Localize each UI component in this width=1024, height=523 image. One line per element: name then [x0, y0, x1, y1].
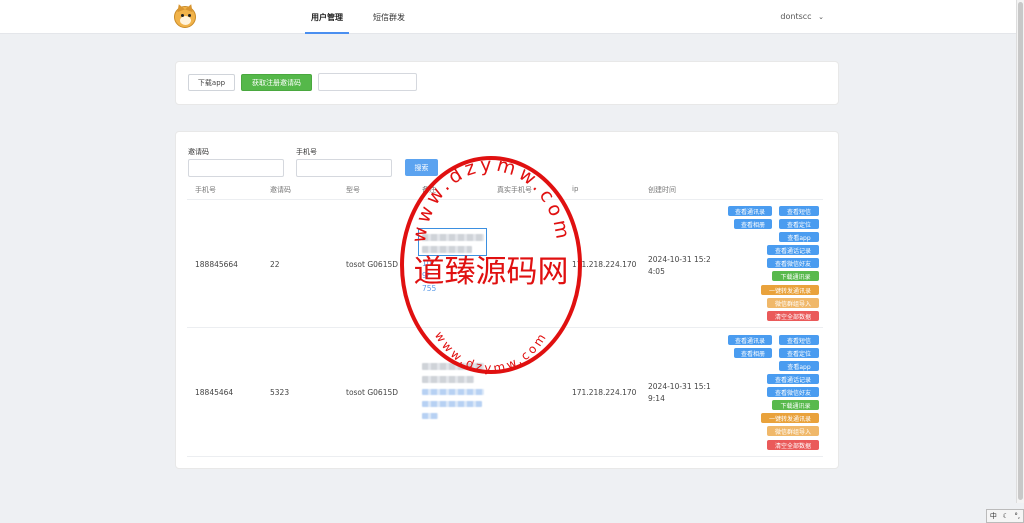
watermark-stamp: www.dzymw.com 道臻源码网 www.dzymw.com: [400, 154, 582, 375]
wechat-import-button[interactable]: 微信群组导入: [767, 426, 819, 436]
row-invite-code: 5323: [270, 388, 290, 397]
view-album-button[interactable]: 查看相册: [734, 348, 772, 358]
page-scrollbar[interactable]: [1016, 0, 1024, 503]
punctuation-icon: °,: [1014, 512, 1021, 520]
tab-user-management[interactable]: 用户管理: [311, 12, 343, 23]
view-app-button[interactable]: 查看app: [779, 361, 819, 371]
download-contacts-button[interactable]: 下载通讯录: [772, 271, 819, 281]
view-location-button[interactable]: 查看定位: [779, 219, 819, 229]
row-created-time-line1: 2024-10-31 15:1: [648, 382, 711, 391]
username: dontscc: [780, 12, 812, 21]
row-ip: 171.218.224.170: [572, 388, 637, 397]
watermark-top-text: www.dzymw.com: [408, 154, 574, 244]
view-wechat-friends-button[interactable]: 查看微信好友: [767, 258, 819, 268]
download-app-button[interactable]: 下载app: [188, 74, 235, 91]
clear-all-data-button[interactable]: 清空全部数据: [767, 311, 819, 321]
view-wechat-friends-button[interactable]: 查看微信好友: [767, 387, 819, 397]
chevron-down-icon: ⌄: [818, 13, 824, 21]
forward-contacts-button[interactable]: 一键转发通讯录: [761, 413, 819, 423]
watermark-bottom-text: www.dzymw.com: [432, 329, 550, 375]
row-created-time-line1: 2024-10-31 15:2: [648, 255, 711, 264]
download-contacts-button[interactable]: 下载通讯录: [772, 400, 819, 410]
row-model: tosot G0615D: [346, 388, 399, 397]
column-header-phone: 手机号: [195, 186, 216, 194]
get-invite-code-button[interactable]: 获取注册邀请码: [241, 74, 312, 91]
row-phone: 188845664: [195, 260, 238, 269]
watermark-center-text: 道臻源码网: [414, 254, 569, 290]
phone-filter-input[interactable]: [296, 159, 392, 177]
view-sms-button[interactable]: 查看短信: [779, 206, 819, 216]
tab-sms-broadcast[interactable]: 短信群发: [373, 12, 405, 23]
ime-mode-label: 中: [989, 512, 997, 520]
column-header-model: 型号: [346, 186, 360, 194]
invite-code-filter-input[interactable]: [188, 159, 284, 177]
view-contacts-button[interactable]: 查看通讯录: [728, 206, 772, 216]
row-model: tosot G0615D: [346, 260, 399, 269]
ime-indicator[interactable]: 中 ☾ °,: [986, 509, 1024, 523]
wechat-import-button[interactable]: 微信群组导入: [767, 298, 819, 308]
view-location-button[interactable]: 查看定位: [779, 348, 819, 358]
view-contacts-button[interactable]: 查看通讯录: [728, 335, 772, 345]
column-header-invite-code: 邀请码: [270, 186, 291, 194]
row-divider: [187, 456, 823, 457]
view-sms-button[interactable]: 查看短信: [779, 335, 819, 345]
view-album-button[interactable]: 查看相册: [734, 219, 772, 229]
view-app-button[interactable]: 查看app: [779, 232, 819, 242]
row-created-time-line2: 4:05: [648, 267, 665, 276]
forward-contacts-button[interactable]: 一键转发通讯录: [761, 285, 819, 295]
invite-code-filter-label: 邀请码: [188, 148, 209, 156]
user-menu[interactable]: dontscc ⌄: [780, 12, 824, 21]
moon-icon: ☾: [1002, 512, 1009, 520]
logo-icon[interactable]: [174, 2, 196, 28]
clear-all-data-button[interactable]: 清空全部数据: [767, 440, 819, 450]
active-tab-indicator: [305, 32, 349, 34]
invite-code-output[interactable]: [318, 73, 417, 91]
top-navbar: 用户管理 短信群发 dontscc ⌄: [0, 0, 1016, 34]
row-invite-code: 22: [270, 260, 280, 269]
row-phone: 18845464: [195, 388, 234, 397]
view-call-log-button[interactable]: 查看通话记录: [767, 374, 819, 384]
row-created-time-line2: 9:14: [648, 394, 665, 403]
phone-filter-label: 手机号: [296, 148, 317, 156]
view-call-log-button[interactable]: 查看通话记录: [767, 245, 819, 255]
column-header-created-time: 创建时间: [648, 186, 676, 194]
